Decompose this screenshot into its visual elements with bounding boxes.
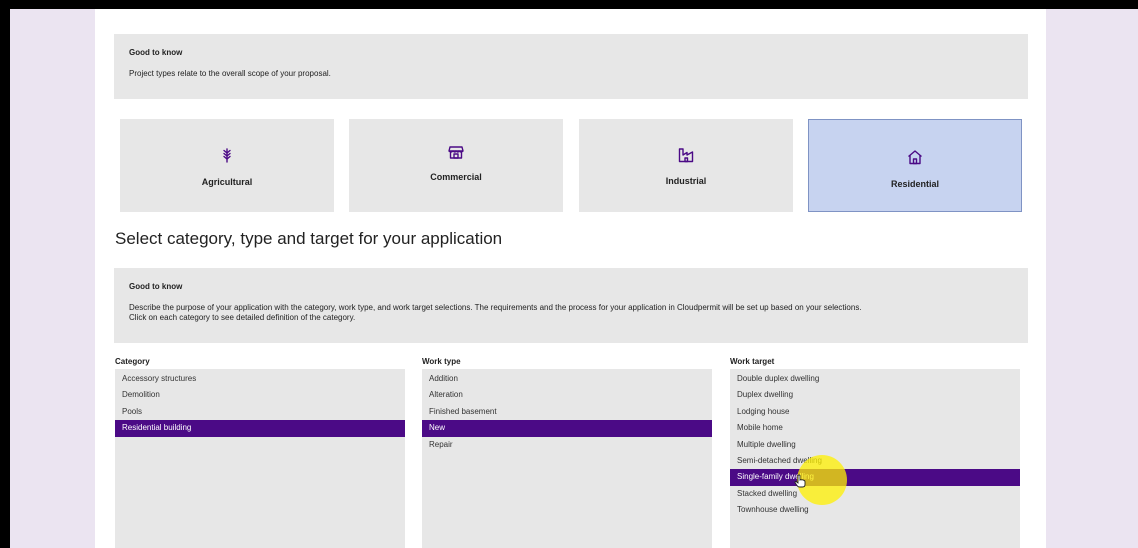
top-black-bar	[0, 0, 1138, 9]
good-to-know-text: Project types relate to the overall scop…	[129, 69, 331, 78]
category-title: Category	[115, 357, 150, 366]
work-type-list[interactable]: Addition Alteration Finished basement Ne…	[422, 369, 712, 548]
work-target-item[interactable]: Semi-detached dwelling	[730, 453, 1020, 469]
good-to-know-project-types: Good to know Project types relate to the…	[114, 34, 1028, 99]
good-to-know-category: Good to know Describe the purpose of you…	[114, 268, 1028, 343]
good-to-know-title: Good to know	[129, 282, 183, 291]
storefront-icon	[448, 146, 464, 159]
good-to-know-title: Good to know	[129, 48, 183, 57]
left-black-bar	[0, 0, 10, 548]
work-type-item[interactable]: Finished basement	[422, 404, 712, 420]
category-item[interactable]: Accessory structures	[115, 371, 405, 387]
work-target-item[interactable]: Lodging house	[730, 404, 1020, 420]
category-item[interactable]: Pools	[115, 404, 405, 420]
work-type-item[interactable]: Alteration	[422, 387, 712, 403]
house-icon	[908, 150, 922, 165]
card-label: Residential	[890, 179, 939, 189]
good-to-know-line-2: Click on each category to see detailed d…	[129, 313, 356, 322]
card-label: Commercial	[430, 172, 482, 182]
work-target-item[interactable]: Townhouse dwelling	[730, 502, 1020, 518]
work-type-title: Work type	[422, 357, 461, 366]
category-item-selected[interactable]: Residential building	[115, 420, 405, 437]
work-target-item[interactable]: Mobile home	[730, 420, 1020, 436]
category-item[interactable]: Demolition	[115, 387, 405, 403]
factory-icon	[678, 148, 694, 163]
main-page: Good to know Project types relate to the…	[95, 9, 1046, 548]
project-type-card-agricultural[interactable]: Agricultural	[120, 119, 334, 212]
work-type-item[interactable]: Addition	[422, 371, 712, 387]
work-type-item[interactable]: Repair	[422, 437, 712, 453]
card-label: Agricultural	[201, 177, 253, 187]
card-label: Industrial	[665, 176, 707, 186]
work-type-item-selected[interactable]: New	[422, 420, 712, 437]
work-target-list[interactable]: Double duplex dwelling Duplex dwelling L…	[730, 369, 1020, 548]
project-type-card-industrial[interactable]: Industrial	[579, 119, 793, 212]
work-target-item[interactable]: Double duplex dwelling	[730, 371, 1020, 387]
project-type-card-commercial[interactable]: Commercial	[349, 119, 563, 212]
good-to-know-line-1: Describe the purpose of your application…	[129, 303, 862, 312]
category-list[interactable]: Accessory structures Demolition Pools Re…	[115, 369, 405, 548]
work-target-title: Work target	[730, 357, 775, 366]
wheat-icon	[223, 148, 231, 163]
work-target-item-selected[interactable]: Single-family dwelling	[730, 469, 1020, 486]
work-target-item[interactable]: Duplex dwelling	[730, 387, 1020, 403]
work-target-item[interactable]: Multiple dwelling	[730, 437, 1020, 453]
section-title: Select category, type and target for you…	[115, 229, 503, 248]
work-target-item[interactable]: Stacked dwelling	[730, 486, 1020, 502]
project-type-card-residential[interactable]: Residential	[808, 119, 1022, 212]
